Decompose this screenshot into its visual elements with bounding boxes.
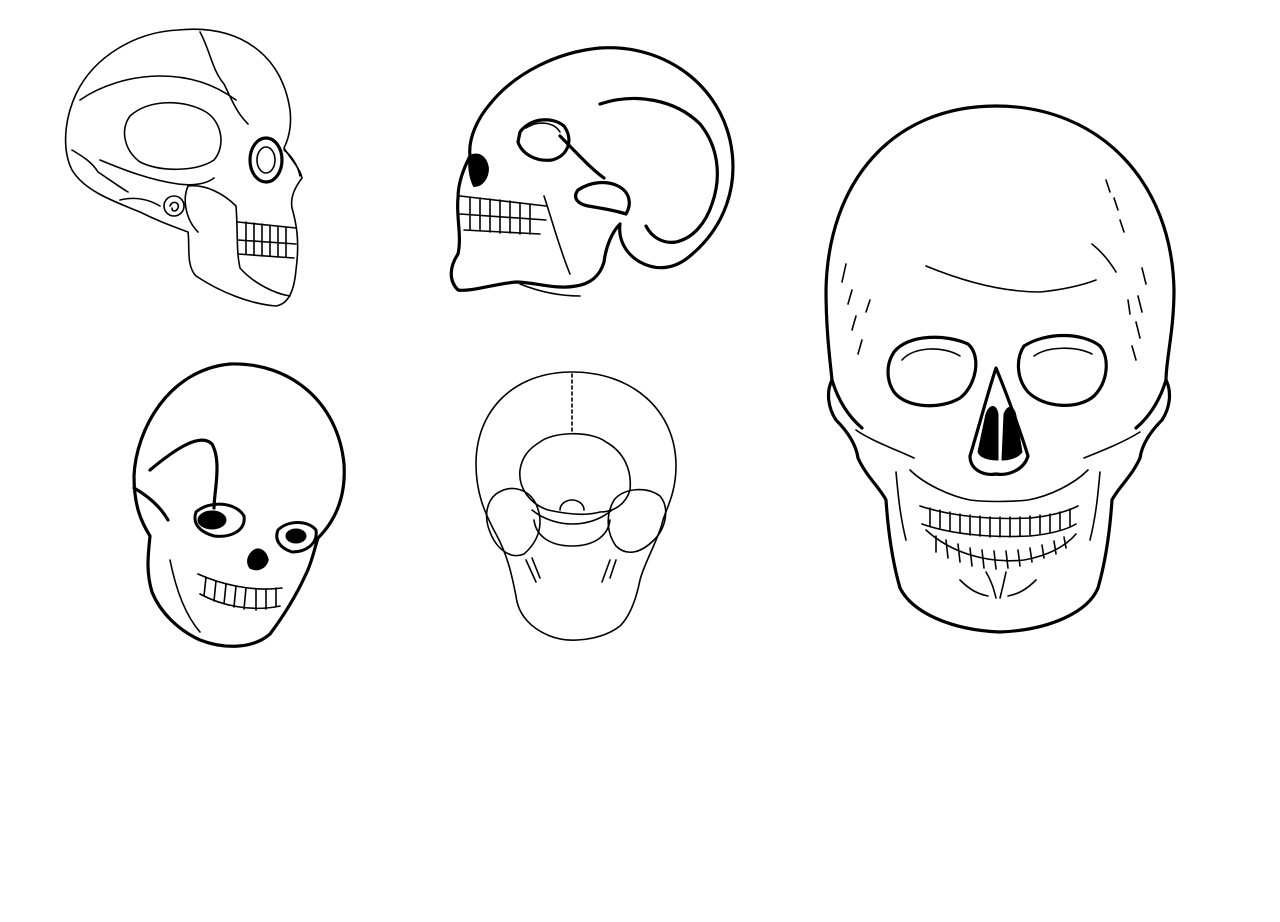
skull-study-sheet [0, 0, 1280, 922]
